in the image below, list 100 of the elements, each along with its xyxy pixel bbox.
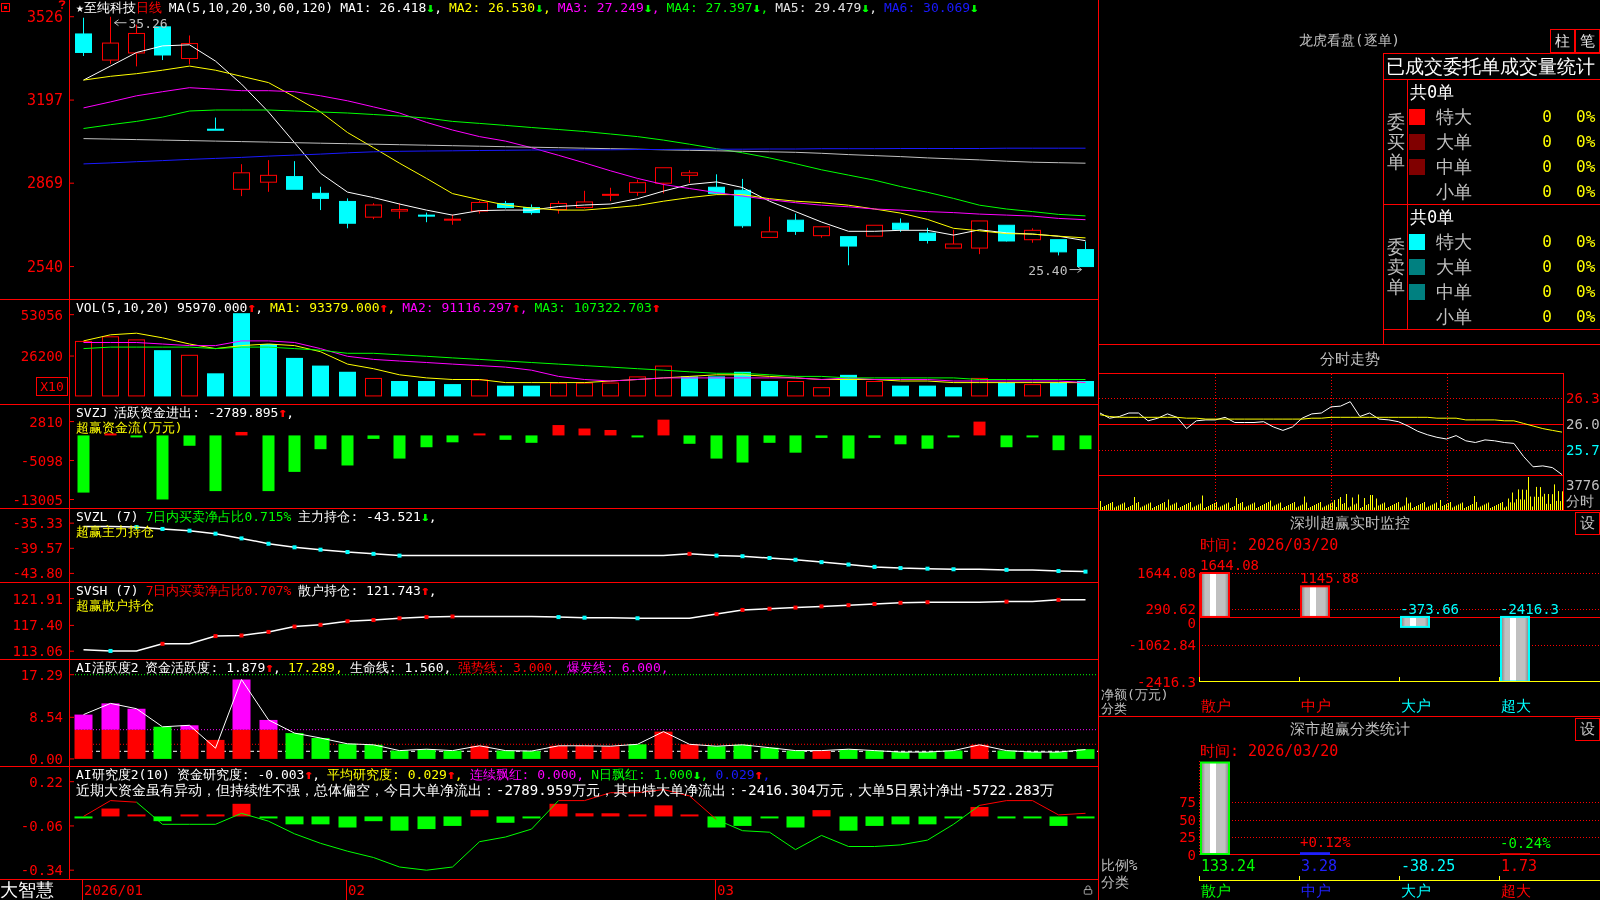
axis-label: 75 [1179,795,1196,810]
display-mode-button[interactable]: 笔 [1575,29,1600,53]
percent-label: -0.24% [1500,835,1551,852]
display-mode-button[interactable]: 柱 [1550,29,1575,53]
axis-label: 113.06 [12,644,63,659]
axis-label: -43.80 [12,566,63,581]
arrow-icon [1069,266,1082,274]
axis-label: -1062.84 [1128,638,1196,653]
arrow-icon [114,19,127,27]
order-count: 0 [1541,130,1552,153]
candlestick [813,226,830,239]
indicator-label: 生命线: 1.560, [349,660,452,675]
order-total: 共0单 [1409,206,1455,229]
candlestick [576,190,593,210]
help-icon[interactable] [58,0,66,9]
axis-label: -35.33 [12,516,63,531]
candlestick [233,163,250,197]
axis-label: 0.22 [29,774,63,789]
candlestick [602,187,619,202]
order-size-label: 小单 [1436,304,1473,329]
candlestick [708,173,725,195]
axis-label: 2869 [26,176,63,191]
axis-label: 3526 [26,9,63,24]
candlestick [523,204,540,216]
indicator-label: 活跃资金进出: -2789.895↑, [114,405,295,420]
settings-button[interactable]: 设 [1575,511,1600,535]
candlestick [1024,227,1041,244]
axis-label: 50 [1179,812,1196,827]
stats-title: 已成交委托单成交量统计 [1384,54,1600,80]
axis-label: 53056 [20,307,63,322]
axis-label: 121.91 [12,591,63,606]
axis-label: 26.0 [1566,417,1600,433]
date-label: 03 [717,882,734,898]
settings-button[interactable]: 设 [1575,717,1600,741]
indicator-label: 7日内买卖净占比0.707% [145,583,292,598]
axis-title: 净额(万元) [1101,688,1169,702]
indicator-label: 7日内买卖净占比0.715% [145,509,292,524]
axis-label: -0.06 [20,818,63,833]
candlestick [787,213,804,236]
candlestick [286,160,303,190]
candlestick [1050,239,1067,256]
candlestick [391,202,408,220]
category-label: 大户 [1401,881,1431,900]
category-label: 散户 [1201,697,1231,715]
period-label: 日线 [135,0,162,15]
order-percent: 0% [1576,230,1596,253]
indicator-label: MA2: 26.530↓, [448,0,551,15]
axis-label: 2810 [29,414,63,429]
indicator-label: 散户持仓: 121.743↑, [298,583,437,598]
stock-name: ★至纯科技 [76,0,136,15]
order-size-label: 大单 [1436,129,1473,154]
axis-label: 0 [1187,847,1196,862]
high-price-label: 35.26 [128,15,168,31]
candlestick [444,214,461,226]
candlestick [260,159,277,193]
indicator-label: 资金活跃度: 1.879↑, [145,660,281,675]
category-label: 大户 [1401,697,1431,715]
scale-button[interactable]: X10 [36,377,68,396]
indicator-label: SVZL (7) [76,509,139,524]
axis-label: 290.62 [1145,602,1196,617]
indicator-label: MA6: 30.069↓ [883,0,978,15]
order-total: 共0单 [1409,81,1455,104]
brand-label: 大智慧 [0,880,55,900]
indicator-label: MA(5,10,20,30,60,120) [168,0,334,15]
candlestick [102,16,119,65]
order-size-label: 中单 [1436,279,1473,304]
volume-label: 3776 [1566,477,1600,493]
indicator-label: MA2: 91116.297↑, [402,300,528,315]
axis-label: 0 [1187,616,1196,631]
candlestick [761,216,778,238]
axis-label: 17.29 [20,667,63,682]
panel-title: 龙虎看盘(逐单) [1299,32,1400,50]
category-label: 中户 [1301,697,1331,715]
value-label: -2416.3 [1500,600,1559,617]
axis-label: 25 [1179,830,1196,845]
value-label: 1.73 [1501,856,1538,875]
value-label: 3.28 [1301,856,1338,875]
section-title: 深圳超赢实时监控 [1289,514,1410,532]
candlestick [497,200,514,210]
indicator-label: 95970.000↑, [176,300,264,315]
lock-icon[interactable] [1083,885,1093,895]
candlestick [892,217,909,233]
candlestick [1077,241,1094,268]
order-percent: 0% [1576,255,1596,278]
order-count: 0 [1541,255,1552,278]
time-label: 时间: 2026/03/20 [1200,536,1339,554]
square-icon[interactable] [1,3,10,12]
indicator-subtitle: 超赢资金流(万元) [76,420,183,436]
axis-label: 117.40 [12,618,63,633]
indicator-label: SVSH (7) [76,583,139,598]
indicator-label: MA1: 93379.000↑, [270,300,396,315]
order-count: 0 [1541,180,1552,203]
indicator-subtitle: 超赢散户持仓 [76,598,154,614]
candlestick [418,212,435,223]
order-size-label: 大单 [1436,254,1473,279]
candlestick [681,169,698,184]
order-count: 0 [1541,155,1552,178]
indicator-label: 0.029↑, [715,767,771,782]
candlestick [550,200,567,215]
candlestick [207,117,224,131]
